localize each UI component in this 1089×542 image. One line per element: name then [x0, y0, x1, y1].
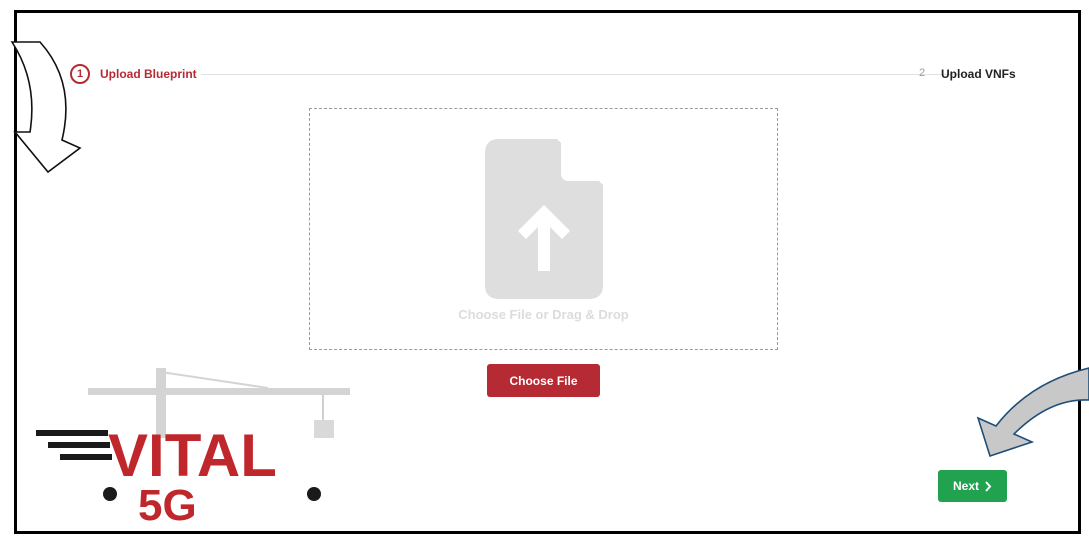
next-label: Next — [952, 479, 979, 493]
stepper: 1 Upload Blueprint 2 Upload VNFs — [70, 64, 1020, 86]
svg-text:5G: 5G — [138, 481, 197, 528]
dropzone-instructions: Choose File or Drag & Drop — [458, 307, 629, 322]
svg-text:VITAL: VITAL — [108, 422, 277, 489]
crane-icon: VITAL 5G — [36, 368, 350, 530]
vital-5g-logo: VITAL 5G — [28, 368, 358, 530]
step1-label[interactable]: Upload Blueprint — [100, 67, 197, 81]
file-upload-icon — [485, 139, 603, 299]
choose-file-button[interactable]: Choose File — [487, 364, 600, 397]
annotation-arrow-down-icon — [10, 41, 82, 174]
step2-label[interactable]: Upload VNFs — [941, 67, 1016, 81]
chevron-right-icon — [985, 480, 992, 492]
stepper-connector — [201, 74, 973, 75]
next-button[interactable]: Next — [938, 470, 1007, 502]
file-dropzone[interactable]: Choose File or Drag & Drop — [309, 108, 778, 350]
annotation-arrow-curve-icon — [976, 367, 1089, 458]
step2-number[interactable]: 2 — [919, 67, 925, 79]
